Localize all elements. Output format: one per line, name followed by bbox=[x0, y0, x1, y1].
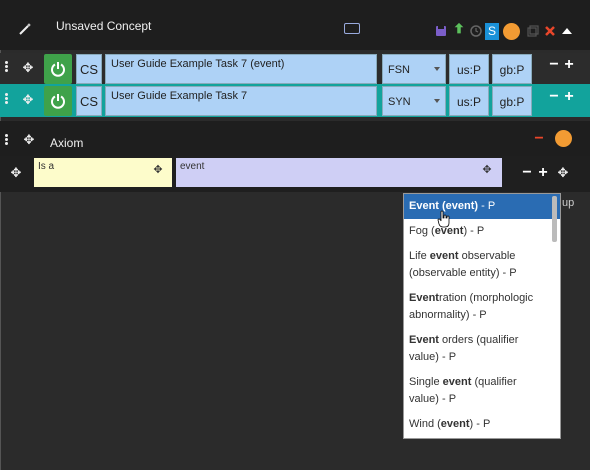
save-icon[interactable] bbox=[434, 24, 448, 38]
autocomplete-dropdown[interactable]: Event (event) - P Fog (event) - P Life eve… bbox=[403, 193, 561, 439]
drag-handle[interactable] bbox=[4, 60, 10, 76]
remove-description-button[interactable]: − bbox=[548, 57, 560, 73]
option-prefix: Fog ( bbox=[409, 225, 435, 237]
partial-label: up bbox=[562, 197, 575, 209]
option-prefix: Single bbox=[409, 376, 443, 388]
remove-relationship-button[interactable]: − bbox=[521, 165, 533, 181]
power-icon bbox=[51, 62, 65, 77]
add-description-button[interactable]: + bbox=[563, 89, 575, 105]
us-acceptability[interactable]: us:P bbox=[449, 86, 489, 116]
dropdown-option[interactable]: Event orders (qualifier value) - P bbox=[404, 328, 560, 370]
hand-cursor-icon bbox=[437, 210, 450, 228]
power-icon bbox=[51, 94, 65, 109]
option-prefix: Life bbox=[409, 250, 430, 262]
drag-handle[interactable] bbox=[4, 92, 10, 108]
description-type-select[interactable]: SYN bbox=[382, 86, 446, 116]
option-suffix: ) - P bbox=[463, 225, 485, 237]
remove-axiom-button[interactable]: − bbox=[533, 131, 545, 147]
keyboard-icon[interactable] bbox=[344, 23, 360, 34]
caret-down-icon bbox=[434, 99, 440, 103]
move-icon[interactable]: ✥ bbox=[22, 133, 36, 147]
dropdown-option[interactable]: Wind (event) - P bbox=[404, 412, 560, 437]
close-icon[interactable] bbox=[543, 24, 557, 38]
description-type-value: SYN bbox=[388, 96, 411, 108]
collapse-icon[interactable] bbox=[561, 26, 573, 36]
status-circle[interactable] bbox=[503, 23, 520, 40]
active-toggle[interactable] bbox=[44, 86, 72, 116]
axiom-status-circle[interactable] bbox=[555, 130, 572, 147]
move-icon[interactable]: ✥ bbox=[21, 93, 35, 107]
dropdown-option[interactable]: Event (event) - P bbox=[404, 194, 560, 219]
move-icon[interactable]: ✥ bbox=[9, 166, 23, 180]
option-suffix: ) - P bbox=[469, 418, 491, 430]
dropdown-option[interactable]: Life event observable (observable entity… bbox=[404, 244, 560, 286]
move-icon[interactable]: ✥ bbox=[21, 61, 35, 75]
option-match: Event bbox=[409, 334, 439, 346]
target-value: event bbox=[180, 161, 205, 172]
gb-acceptability[interactable]: gb:P bbox=[492, 86, 532, 116]
move-icon[interactable]: ✥ bbox=[556, 166, 570, 180]
concept-title: Unsaved Concept bbox=[56, 19, 152, 33]
history-icon[interactable] bbox=[469, 24, 483, 38]
option-match: event bbox=[442, 376, 472, 388]
description-term-input[interactable]: User Guide Example Task 7 (event) bbox=[105, 54, 377, 84]
scrollbar[interactable] bbox=[552, 196, 557, 242]
remove-description-button[interactable]: − bbox=[548, 89, 560, 105]
dropdown-option[interactable]: Fog (event) - P bbox=[404, 219, 560, 244]
description-type-select[interactable]: FSN bbox=[382, 54, 446, 84]
upload-icon[interactable] bbox=[452, 22, 466, 36]
option-suffix: - P bbox=[478, 200, 496, 212]
attribute-value: Is a bbox=[38, 161, 55, 172]
case-significance[interactable]: CS bbox=[76, 54, 102, 84]
active-toggle[interactable] bbox=[44, 54, 72, 84]
add-description-button[interactable]: + bbox=[563, 57, 575, 73]
gb-acceptability[interactable]: gb:P bbox=[492, 54, 532, 84]
dropdown-option[interactable]: Eventration (morphologic abnormality) - … bbox=[404, 286, 560, 328]
option-match: event bbox=[440, 418, 470, 430]
wand-icon[interactable] bbox=[18, 22, 32, 36]
caret-down-icon bbox=[434, 67, 440, 71]
axiom-header bbox=[0, 121, 590, 156]
move-icon[interactable]: ✥ bbox=[481, 164, 493, 176]
drag-handle[interactable] bbox=[4, 133, 10, 149]
option-match: Event bbox=[409, 292, 439, 304]
dropdown-option[interactable]: Airway event (event) - P bbox=[404, 437, 560, 438]
option-prefix: Wind ( bbox=[409, 418, 441, 430]
us-acceptability[interactable]: us:P bbox=[449, 54, 489, 84]
axiom-title: Axiom bbox=[50, 136, 84, 150]
add-relationship-button[interactable]: + bbox=[537, 165, 549, 181]
s-icon[interactable]: S bbox=[485, 23, 499, 40]
copy-icon[interactable] bbox=[526, 24, 540, 38]
target-input[interactable]: event bbox=[176, 158, 502, 187]
description-term-input[interactable]: User Guide Example Task 7 bbox=[105, 86, 377, 116]
description-type-value: FSN bbox=[388, 64, 410, 76]
case-significance[interactable]: CS bbox=[76, 86, 102, 116]
move-icon[interactable]: ✥ bbox=[152, 164, 164, 176]
dropdown-option[interactable]: Single event (qualifier value) - P bbox=[404, 370, 560, 412]
option-match: event bbox=[429, 250, 459, 262]
